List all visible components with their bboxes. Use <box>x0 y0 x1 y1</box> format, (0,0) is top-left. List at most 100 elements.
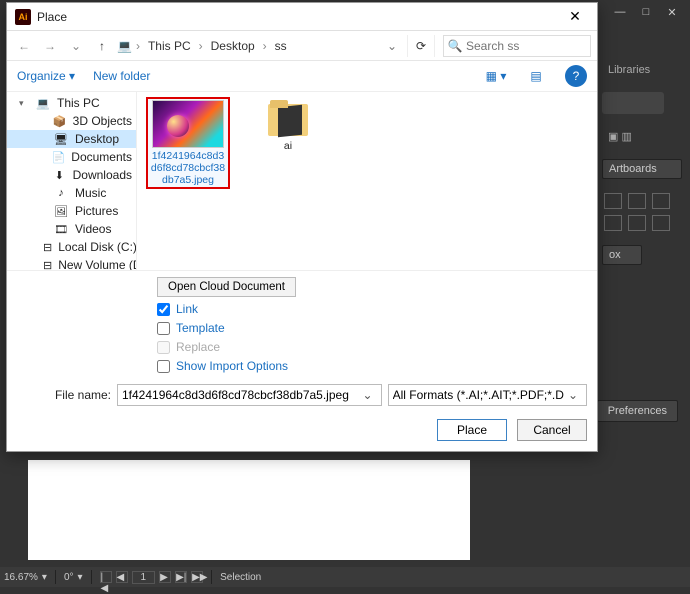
folder-icon: ⊟ <box>43 258 52 270</box>
sidebar-item-this-pc[interactable]: ▾💻This PC <box>7 94 136 112</box>
sidebar-item-pictures[interactable]: 🖼Pictures <box>7 202 136 220</box>
show-import-checkbox[interactable]: Show Import Options <box>157 359 587 373</box>
template-checkbox[interactable]: Template <box>157 321 587 335</box>
crumb-ss[interactable]: ss <box>271 37 291 55</box>
folder-icon: 🖼 <box>53 204 69 218</box>
sidebar-item-downloads[interactable]: ⬇ Downloads <box>7 166 136 184</box>
dialog-lower: Open Cloud Document Link Template Replac… <box>7 270 597 451</box>
folder-icon: ⬇ <box>52 168 67 182</box>
artboards-button[interactable]: Artboards <box>602 159 682 179</box>
sidebar-item-label: 3D Objects <box>73 114 132 128</box>
dist2-icon[interactable] <box>652 215 670 231</box>
new-folder-button[interactable]: New folder <box>93 69 150 83</box>
organize-menu[interactable]: Organize ▾ <box>17 69 75 83</box>
sidebar-item-desktop[interactable]: 🖥 Desktop <box>7 130 136 148</box>
dialog-title: Place <box>37 10 561 24</box>
right-panel: Libraries ▣ ▥ Artboards ox <box>602 60 682 265</box>
back-button[interactable]: ← <box>13 35 35 57</box>
preferences-area: Preferences <box>597 400 678 422</box>
up-button[interactable]: ↑ <box>91 35 113 57</box>
nav-menu-icon[interactable]: ▶▶ <box>191 571 203 583</box>
forward-button[interactable]: → <box>39 35 61 57</box>
help-button[interactable]: ? <box>565 65 587 87</box>
filetype-combobox[interactable]: All Formats (*.AI;*.AIT;*.PDF;*.D ⌄ <box>388 384 587 406</box>
sidebar-item-3d-objects[interactable]: 📦3D Objects <box>7 112 136 130</box>
search-icon: 🔍 <box>444 39 466 53</box>
cancel-button[interactable]: Cancel <box>517 419 587 441</box>
libraries-panel-label[interactable]: Libraries <box>602 60 682 80</box>
app-window-controls: ▾ — □ ✕ <box>582 0 690 24</box>
chevron-right-icon: › <box>136 39 140 53</box>
file-item[interactable]: 1f4241964c8d3d6f8cd78cbcf38db7a5.jpeg <box>147 98 229 188</box>
open-cloud-button[interactable]: Open Cloud Document <box>157 277 296 297</box>
tool-mode-label[interactable]: Selection <box>220 572 261 583</box>
status-bar: 16.67%▾ 0°▾ |◀ ◀ 1 ▶ ▶| ▶▶ Selection <box>0 567 690 587</box>
sidebar-item-label: Local Disk (C:) <box>58 240 136 254</box>
ox-field[interactable]: ox <box>602 245 642 265</box>
minimize-button[interactable]: — <box>608 3 632 21</box>
grid2-icon[interactable] <box>628 193 646 209</box>
tool-toggle-icons[interactable]: ▣ ▥ <box>602 126 682 147</box>
filename-label: File name: <box>51 388 111 402</box>
file-name: ai <box>284 140 292 152</box>
nav-prev-icon[interactable]: ◀ <box>116 571 128 583</box>
address-dropdown[interactable]: ⌄ <box>381 39 403 53</box>
close-button[interactable]: ✕ <box>561 4 589 30</box>
maximize-button[interactable]: □ <box>634 3 658 21</box>
link-checkbox[interactable]: Link <box>157 302 587 316</box>
grid-icon[interactable] <box>604 193 622 209</box>
align-icon[interactable] <box>652 193 670 209</box>
chevron-right-icon: › <box>199 39 203 53</box>
sidebar-item-label: New Volume (D: <box>58 258 136 270</box>
app-icon: Ai <box>15 9 31 25</box>
rotate-dropdown[interactable]: 0°▾ <box>64 572 83 583</box>
folder-icon: ♪ <box>53 186 69 200</box>
sidebar-item-label: Desktop <box>75 132 119 146</box>
layout-icons <box>602 191 682 233</box>
sidebar-item-videos[interactable]: 🎞Videos <box>7 220 136 238</box>
folder-icon <box>264 98 312 138</box>
folder-icon: 💻 <box>35 96 51 110</box>
sidebar-item-label: Downloads <box>73 168 132 182</box>
app-close-button[interactable]: ✕ <box>660 3 684 21</box>
refresh-button[interactable]: ⟳ <box>407 35 435 57</box>
canvas-artboard[interactable] <box>28 460 470 560</box>
pc-icon: 💻 <box>117 39 132 53</box>
nav-next-icon[interactable]: ▶ <box>159 571 171 583</box>
chevron-down-icon[interactable]: ⌄ <box>564 388 582 402</box>
file-grid[interactable]: 1f4241964c8d3d6f8cd78cbcf38db7a5.jpeg ai <box>137 92 597 270</box>
file-name: 1f4241964c8d3d6f8cd78cbcf38db7a5.jpeg <box>149 150 227 186</box>
panel-toggle[interactable] <box>602 92 664 114</box>
filetype-value: All Formats (*.AI;*.AIT;*.PDF;*.D <box>393 388 564 402</box>
align2-icon[interactable] <box>604 215 622 231</box>
file-item[interactable]: ai <box>247 98 329 152</box>
chevron-right-icon: › <box>263 39 267 53</box>
recent-dropdown[interactable]: ⌄ <box>65 35 87 57</box>
dialog-toolbar: Organize ▾ New folder ▦ ▾ ▤ ? <box>7 61 597 91</box>
sidebar-item-label: Music <box>75 186 106 200</box>
view-mode-button[interactable]: ▦ ▾ <box>485 65 507 87</box>
folder-icon: 📄 <box>52 150 66 164</box>
place-dialog: Ai Place ✕ ← → ⌄ ↑ 💻 › This PC › Desktop… <box>6 2 598 452</box>
folder-icon: 🖥 <box>53 132 69 146</box>
place-button[interactable]: Place <box>437 419 507 441</box>
crumb-thispc[interactable]: This PC <box>144 37 195 55</box>
preferences-button[interactable]: Preferences <box>597 400 678 422</box>
search-field[interactable] <box>466 39 578 53</box>
dist-icon[interactable] <box>628 215 646 231</box>
chevron-down-icon[interactable]: ⌄ <box>359 388 377 402</box>
nav-last-icon[interactable]: ▶| <box>175 571 187 583</box>
nav-first-icon[interactable]: |◀ <box>100 571 112 583</box>
sidebar-item-local-disk-c-[interactable]: ⊟Local Disk (C:) <box>7 238 136 256</box>
zoom-dropdown[interactable]: 16.67%▾ <box>4 572 47 583</box>
preview-pane-button[interactable]: ▤ <box>525 65 547 87</box>
dialog-titlebar: Ai Place ✕ <box>7 3 597 31</box>
page-field[interactable]: 1 <box>132 571 156 584</box>
search-input[interactable]: 🔍 <box>443 35 591 57</box>
breadcrumb: 💻 › This PC › Desktop › ss <box>117 37 377 55</box>
sidebar-item-music[interactable]: ♪ Music <box>7 184 136 202</box>
sidebar-item-documents[interactable]: 📄Documents <box>7 148 136 166</box>
sidebar-item-new-volume-d-[interactable]: ⊟ New Volume (D: <box>7 256 136 270</box>
crumb-desktop[interactable]: Desktop <box>207 37 259 55</box>
filename-combobox[interactable]: 1f4241964c8d3d6f8cd78cbcf38db7a5.jpeg ⌄ <box>117 384 382 406</box>
